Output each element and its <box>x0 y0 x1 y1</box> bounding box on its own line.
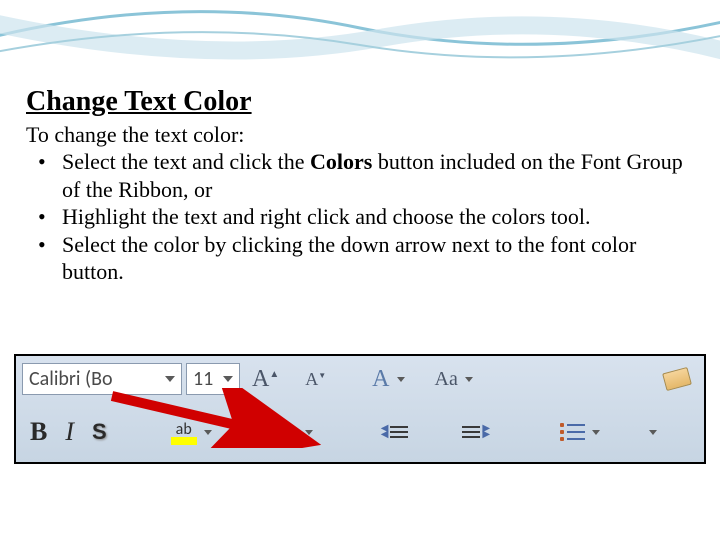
bullet-bold: Colors <box>310 149 372 174</box>
dropdown-icon <box>465 377 473 382</box>
font-name-value: Calibri (Bo <box>29 367 113 391</box>
italic-icon: I <box>65 417 74 446</box>
grow-font-icon: A▲ <box>252 366 279 393</box>
shadow-button[interactable]: S <box>92 419 107 445</box>
intro-text: To change the text color: <box>26 122 694 148</box>
bulleted-list-button[interactable] <box>560 423 600 441</box>
ribbon-toolbar-illustration: Calibri (Bo 11 A▲ A▼ A Aa B <box>14 354 706 464</box>
decrease-indent-icon: ◀◀ <box>381 426 409 438</box>
font-size-selector[interactable]: 11 <box>186 363 240 395</box>
highlight-icon: ab <box>171 420 197 445</box>
clear-formatting-button[interactable] <box>664 370 690 388</box>
font-color-button[interactable]: A <box>270 417 313 448</box>
bullet-item: Select the text and click the Colors but… <box>26 148 694 203</box>
bullet-item: Select the color by clicking the down ar… <box>26 231 694 286</box>
grow-font-button[interactable]: A▲ <box>252 366 279 393</box>
font-color-icon: A <box>270 417 298 448</box>
shadow-icon: S <box>92 419 107 444</box>
bullet-text: Select the text and click the <box>62 149 310 174</box>
highlight-label: ab <box>176 420 192 439</box>
increase-indent-icon: ▶▶ <box>462 426 490 438</box>
dropdown-icon <box>397 377 405 382</box>
dropdown-icon <box>165 376 175 382</box>
italic-button[interactable]: I <box>65 417 74 447</box>
bold-icon: B <box>30 417 47 446</box>
dropdown-icon <box>223 376 233 382</box>
bullet-item: Highlight the text and right click and c… <box>26 203 694 231</box>
bullet-text: Highlight the text and right click and c… <box>62 204 591 229</box>
bullet-list: Select the text and click the Colors but… <box>26 148 694 286</box>
shrink-font-button[interactable]: A▼ <box>305 369 326 390</box>
highlight-color-button[interactable]: ab <box>171 420 212 445</box>
slide-title: Change Text Color <box>26 86 694 118</box>
decrease-indent-button[interactable]: ◀◀ <box>381 426 409 438</box>
font-size-value: 11 <box>193 367 213 391</box>
change-case-button[interactable]: Aa <box>435 368 473 391</box>
dropdown-icon <box>649 430 657 435</box>
text-effects-icon: A <box>372 366 389 393</box>
font-name-selector[interactable]: Calibri (Bo <box>22 363 182 395</box>
bullet-text: Select the color by clicking the down ar… <box>62 232 636 285</box>
text-effects-button[interactable]: A <box>372 366 404 393</box>
shrink-font-icon: A▼ <box>305 369 326 390</box>
eraser-icon <box>662 367 692 391</box>
dropdown-icon <box>592 430 600 435</box>
dropdown-icon <box>305 430 313 435</box>
increase-indent-button[interactable]: ▶▶ <box>462 426 490 438</box>
dropdown-icon <box>204 430 212 435</box>
change-case-icon: Aa <box>435 368 458 391</box>
bulleted-list-icon <box>560 423 585 441</box>
bold-button[interactable]: B <box>30 417 47 447</box>
